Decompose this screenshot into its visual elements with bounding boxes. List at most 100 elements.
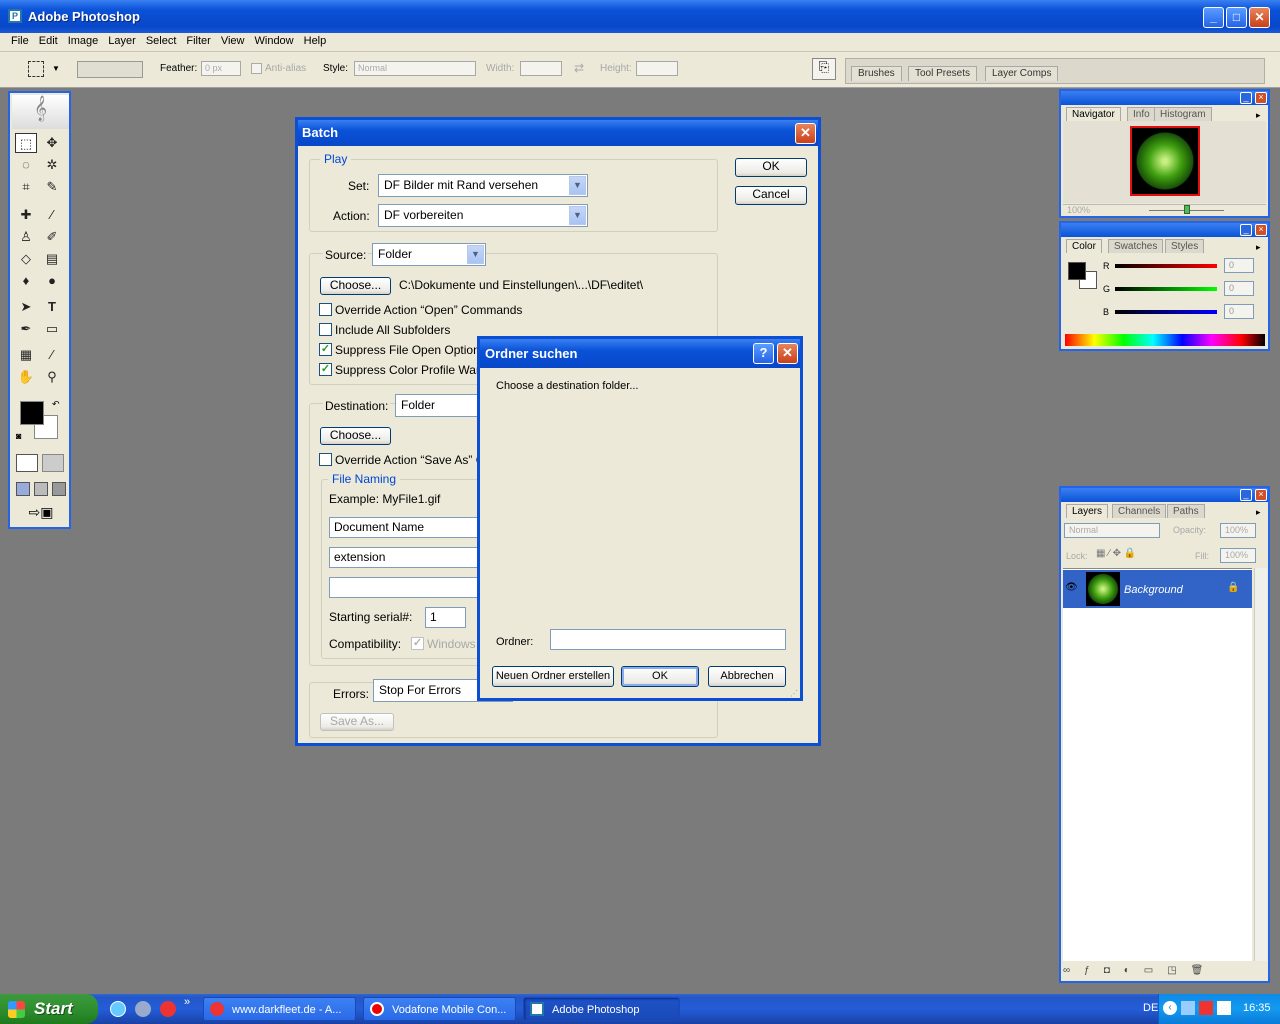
eyedropper-tool-icon[interactable]: ⁄ bbox=[41, 345, 63, 365]
brush-tool-icon[interactable]: ∕ bbox=[41, 205, 63, 225]
tab-color[interactable]: Color bbox=[1066, 239, 1102, 253]
color-g-slider[interactable] bbox=[1115, 287, 1217, 291]
layer-name[interactable]: Background bbox=[1124, 584, 1183, 596]
tab-navigator[interactable]: Navigator bbox=[1066, 107, 1121, 121]
color-spectrum-ramp[interactable] bbox=[1065, 334, 1265, 346]
task-darkfleet[interactable]: www.darkfleet.de - A... bbox=[203, 997, 356, 1021]
tab-histogram[interactable]: Histogram bbox=[1154, 107, 1212, 121]
folder-ok-button[interactable]: OK bbox=[621, 666, 699, 687]
quickmask-mode-icon[interactable] bbox=[42, 454, 64, 472]
swap-colors-icon[interactable]: ↶ bbox=[52, 399, 60, 410]
compat-windows-checkbox[interactable]: ✓ bbox=[411, 637, 424, 650]
notes-tool-icon[interactable]: ▦ bbox=[15, 345, 37, 365]
fill-input[interactable]: 100% bbox=[1220, 548, 1256, 563]
menu-filter[interactable]: Filter bbox=[181, 33, 215, 50]
eye-visibility-icon[interactable]: 👁 bbox=[1065, 582, 1078, 593]
eraser-tool-icon[interactable]: ◇ bbox=[15, 249, 37, 269]
antialias-checkbox[interactable] bbox=[251, 63, 262, 74]
style-select[interactable]: Normal bbox=[354, 61, 476, 76]
panel-menu-icon[interactable]: ▸ bbox=[1256, 507, 1261, 518]
history-brush-icon[interactable]: ✐ bbox=[41, 227, 63, 247]
tab-layers[interactable]: Layers bbox=[1066, 504, 1109, 518]
naming-field-2[interactable]: extension bbox=[329, 547, 489, 568]
opacity-input[interactable]: 100% bbox=[1220, 523, 1256, 538]
save-as-button[interactable]: Save As... bbox=[320, 713, 394, 731]
color-r-input[interactable]: 0 bbox=[1224, 258, 1254, 273]
ie-quicklaunch-icon[interactable] bbox=[110, 1001, 126, 1017]
panel-close-icon[interactable]: × bbox=[1255, 489, 1267, 501]
tab-info[interactable]: Info bbox=[1127, 107, 1156, 121]
menu-layer[interactable]: Layer bbox=[103, 33, 141, 50]
chevron-down-icon[interactable]: ▼ bbox=[52, 64, 60, 73]
tab-swatches[interactable]: Swatches bbox=[1108, 239, 1164, 253]
clock[interactable]: 16:35 bbox=[1243, 1002, 1271, 1014]
marquee-preset-icon[interactable] bbox=[28, 61, 44, 77]
set-select[interactable]: DF Bilder mit Rand versehen ▼ bbox=[378, 174, 588, 197]
gradient-tool-icon[interactable]: ▤ bbox=[41, 249, 63, 269]
healing-brush-icon[interactable]: ✚ bbox=[15, 205, 37, 225]
batch-close-button[interactable]: ✕ bbox=[795, 123, 816, 144]
folder-cancel-button[interactable]: Abbrechen bbox=[708, 666, 786, 687]
naming-field-1[interactable]: Document Name bbox=[329, 517, 489, 538]
color-b-slider[interactable] bbox=[1115, 310, 1217, 314]
action-select[interactable]: DF vorbereiten ▼ bbox=[378, 204, 588, 227]
marquee-tool-icon[interactable]: ⬚ bbox=[15, 133, 37, 153]
task-photoshop[interactable]: Adobe Photoshop bbox=[523, 997, 680, 1021]
naming-field-3[interactable] bbox=[329, 577, 489, 598]
minimize-button[interactable]: _ bbox=[1203, 7, 1224, 28]
quicklaunch-icon[interactable] bbox=[135, 1001, 151, 1017]
source-choose-button[interactable]: Choose... bbox=[320, 277, 391, 295]
crop-tool-icon[interactable]: ⌗ bbox=[15, 177, 37, 197]
lock-icons[interactable]: ▦ ∕ ✥ 🔒 bbox=[1096, 548, 1156, 562]
new-folder-button[interactable]: Neuen Ordner erstellen bbox=[492, 666, 614, 687]
resize-grip-icon[interactable]: ⋰ bbox=[790, 689, 798, 698]
suppress-open-checkbox[interactable]: ✓ bbox=[319, 343, 332, 356]
panel-menu-icon[interactable]: ▸ bbox=[1256, 242, 1261, 253]
layers-scrollbar[interactable] bbox=[1254, 568, 1267, 961]
well-tab-layer-comps[interactable]: Layer Comps bbox=[985, 66, 1059, 81]
tab-paths[interactable]: Paths bbox=[1167, 504, 1205, 518]
default-colors-icon[interactable]: ◙ bbox=[16, 431, 21, 441]
chevron-right-icon[interactable]: » bbox=[184, 996, 190, 1008]
menu-edit[interactable]: Edit bbox=[34, 33, 63, 50]
folder-input[interactable] bbox=[550, 629, 786, 650]
well-tab-tool-presets[interactable]: Tool Presets bbox=[908, 66, 978, 81]
color-r-slider[interactable] bbox=[1115, 264, 1217, 268]
hand-tool-icon[interactable]: ✋ bbox=[15, 367, 37, 387]
menu-window[interactable]: Window bbox=[250, 33, 299, 50]
task-vodafone[interactable]: Vodafone Mobile Con... bbox=[363, 997, 516, 1021]
serial-input[interactable]: 1 bbox=[425, 607, 466, 628]
clone-stamp-icon[interactable]: ♙ bbox=[15, 227, 37, 247]
override-open-checkbox[interactable] bbox=[319, 303, 332, 316]
panel-minimize-icon[interactable]: _ bbox=[1240, 489, 1252, 501]
color-foreground-swatch[interactable] bbox=[1068, 262, 1086, 280]
suppress-color-checkbox[interactable]: ✓ bbox=[319, 363, 332, 376]
blend-mode-select[interactable]: Normal bbox=[1064, 523, 1160, 538]
height-input[interactable] bbox=[636, 61, 678, 76]
navigator-thumbnail[interactable] bbox=[1130, 126, 1200, 196]
vodafone-tray-icon[interactable] bbox=[1199, 1001, 1213, 1015]
width-input[interactable] bbox=[520, 61, 562, 76]
panel-menu-icon[interactable]: ▸ bbox=[1256, 110, 1261, 121]
menu-file[interactable]: File bbox=[6, 33, 34, 50]
feather-logo-icon[interactable]: 𝄞 bbox=[12, 95, 69, 129]
panel-minimize-icon[interactable]: _ bbox=[1240, 224, 1252, 236]
menu-view[interactable]: View bbox=[216, 33, 250, 50]
file-browser-icon[interactable]: ⎘ bbox=[812, 58, 836, 80]
standard-mode-icon[interactable] bbox=[16, 454, 38, 472]
folder-dialog-close-button[interactable]: ✕ bbox=[777, 343, 798, 364]
screen-mode-full-menu-icon[interactable] bbox=[34, 482, 48, 496]
layers-bottom-toolbar[interactable]: ∞ƒ◘◐▭◳🗑 bbox=[1063, 965, 1266, 979]
path-selection-icon[interactable]: ➤ bbox=[15, 297, 37, 317]
network-tray-icon[interactable] bbox=[1181, 1001, 1195, 1015]
destination-choose-button[interactable]: Choose... bbox=[320, 427, 391, 445]
menu-select[interactable]: Select bbox=[141, 33, 182, 50]
menu-help[interactable]: Help bbox=[299, 33, 332, 50]
tray-collapse-icon[interactable]: ‹ bbox=[1163, 1001, 1177, 1015]
slice-tool-icon[interactable]: ✎ bbox=[41, 177, 63, 197]
shape-tool-icon[interactable]: ▭ bbox=[41, 319, 63, 339]
panel-close-icon[interactable]: × bbox=[1255, 92, 1267, 104]
override-save-checkbox[interactable] bbox=[319, 453, 332, 466]
feather-input[interactable]: 0 px bbox=[201, 61, 241, 76]
well-tab-brushes[interactable]: Brushes bbox=[851, 66, 902, 81]
